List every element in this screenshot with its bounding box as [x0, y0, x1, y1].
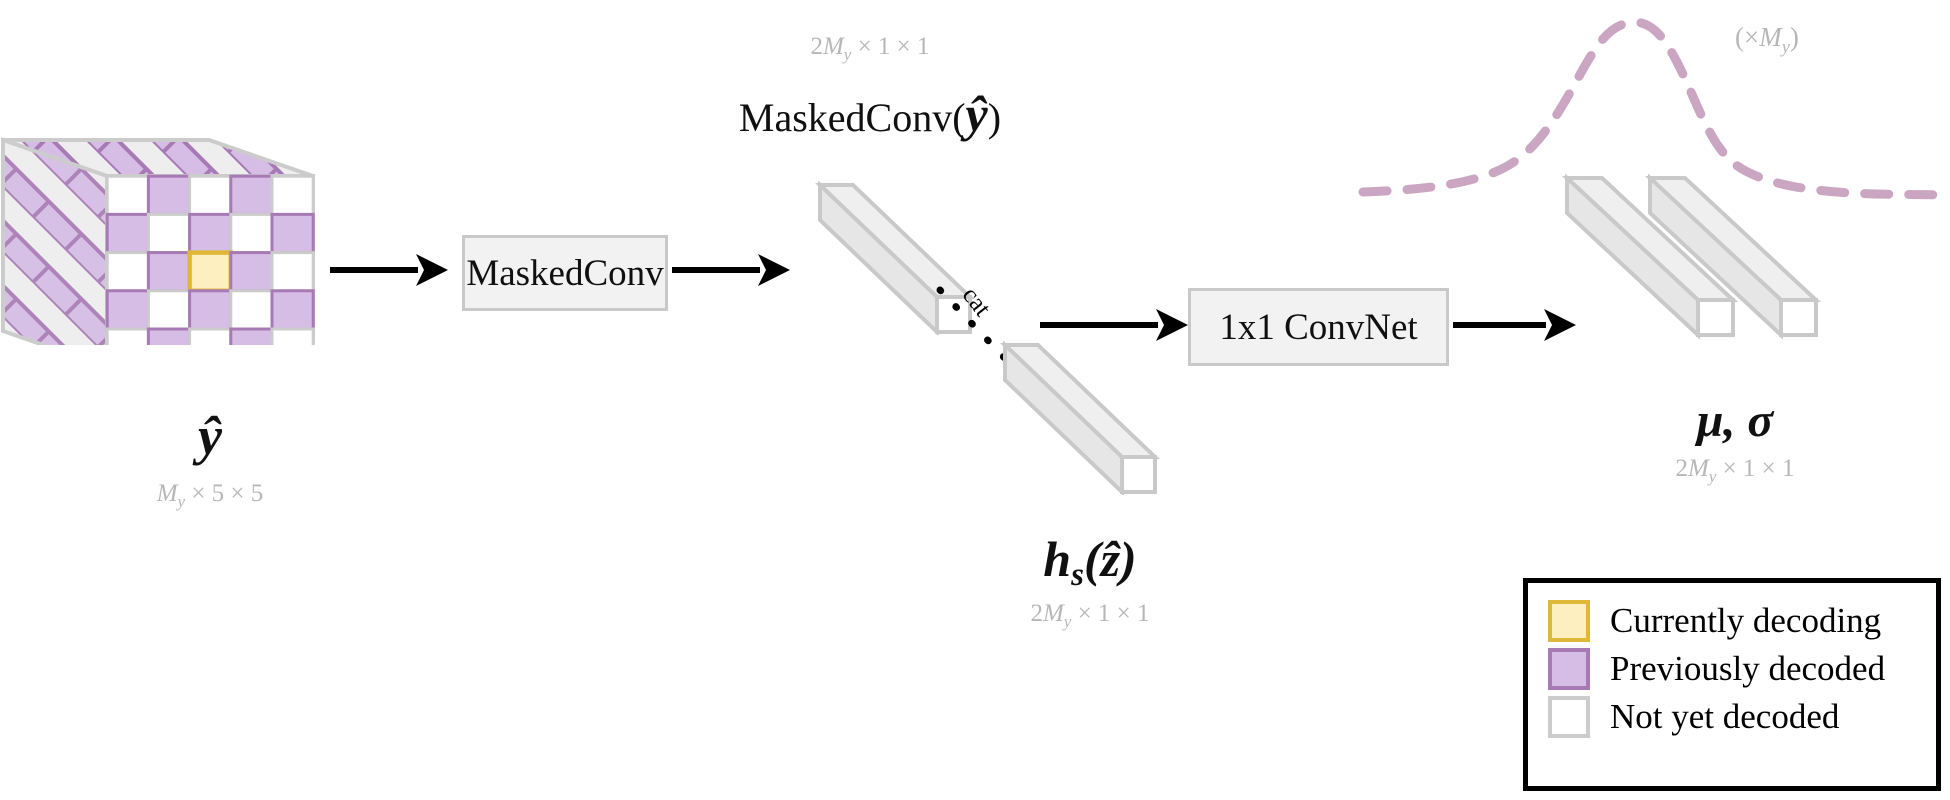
yhat-tensor-cube [0, 55, 330, 345]
legend-item-currently-decoding: Currently decoding [1548, 597, 1914, 645]
figure-canvas: ŷ My × 5 × 5 MaskedConv 2My × 1 × 1 Mask… [0, 0, 1950, 800]
maskedconv-box[interactable]: MaskedConv [462, 235, 668, 311]
yhat-label: ŷ [110, 405, 310, 467]
cube-svg [0, 137, 315, 345]
cell-2-2-currently-decoding [187, 250, 234, 294]
cell-4-0 [105, 327, 150, 345]
cell-3-1 [146, 289, 192, 331]
maskedconv-output-dims: 2My × 1 × 1 [810, 33, 930, 64]
cell-4-1 [146, 327, 192, 345]
cell-1-3 [229, 212, 274, 255]
cell-2-3 [229, 251, 274, 293]
legend-item-not-yet-decoded: Not yet decoded [1548, 693, 1914, 741]
legend-swatch-previously-decoded [1548, 648, 1590, 690]
legend-label-previously-decoded: Previously decoded [1610, 649, 1886, 688]
hyper-output-label: hs(ẑ) [1043, 531, 1137, 593]
arrow-concat-to-convnet [1040, 305, 1190, 345]
cell-1-4 [270, 212, 315, 255]
maskedconv-box-label: MaskedConv [466, 252, 664, 294]
arrow-maskedconv-to-output [672, 250, 792, 290]
cell-3-2 [188, 289, 233, 331]
yhat-symbol: ŷ [198, 406, 222, 466]
legend-swatch-currently-decoding [1548, 600, 1590, 642]
cell-0-3 [229, 174, 274, 216]
legend-item-previously-decoded: Previously decoded [1548, 645, 1914, 693]
convnet-box[interactable]: 1x1 ConvNet [1188, 288, 1449, 366]
cell-4-3 [229, 327, 274, 345]
cell-0-4 [270, 174, 315, 216]
cell-2-4 [270, 251, 315, 293]
cell-1-1 [146, 212, 192, 255]
arrow-cube-to-maskedconv [330, 250, 450, 290]
cell-1-0 [105, 212, 150, 255]
gaussian-curve-annotation: (×My) [1735, 22, 1799, 57]
yhat-dims: My × 5 × 5 [156, 480, 264, 511]
musigma-dims: 2My × 1 × 1 [1675, 455, 1795, 486]
cube-front-face-grid [105, 174, 315, 345]
cell-3-3 [229, 289, 274, 331]
cell-2-1 [146, 251, 192, 293]
cell-4-2 [188, 327, 233, 345]
cell-1-2 [188, 212, 233, 255]
legend-label-not-yet-decoded: Not yet decoded [1610, 697, 1840, 736]
legend-label-currently-decoding: Currently decoding [1610, 601, 1882, 640]
legend: Currently decoding Previously decoded No… [1523, 578, 1941, 791]
hyper-output-dims: 2My × 1 × 1 [1030, 600, 1150, 631]
musigma-label: μ, σ [1696, 394, 1774, 447]
convnet-box-label: 1x1 ConvNet [1219, 306, 1418, 348]
cell-0-2 [188, 174, 233, 216]
legend-swatch-not-yet-decoded [1548, 696, 1590, 738]
hyper-output-bar [990, 335, 1170, 495]
cell-3-0 [105, 289, 150, 331]
cell-2-0 [105, 251, 150, 293]
cell-3-4 [270, 289, 315, 331]
cell-0-1 [146, 174, 192, 216]
cell-0-0 [105, 174, 150, 216]
cell-4-4 [270, 327, 315, 345]
maskedconv-output-label: MaskedConv(ŷ) [738, 86, 1002, 142]
